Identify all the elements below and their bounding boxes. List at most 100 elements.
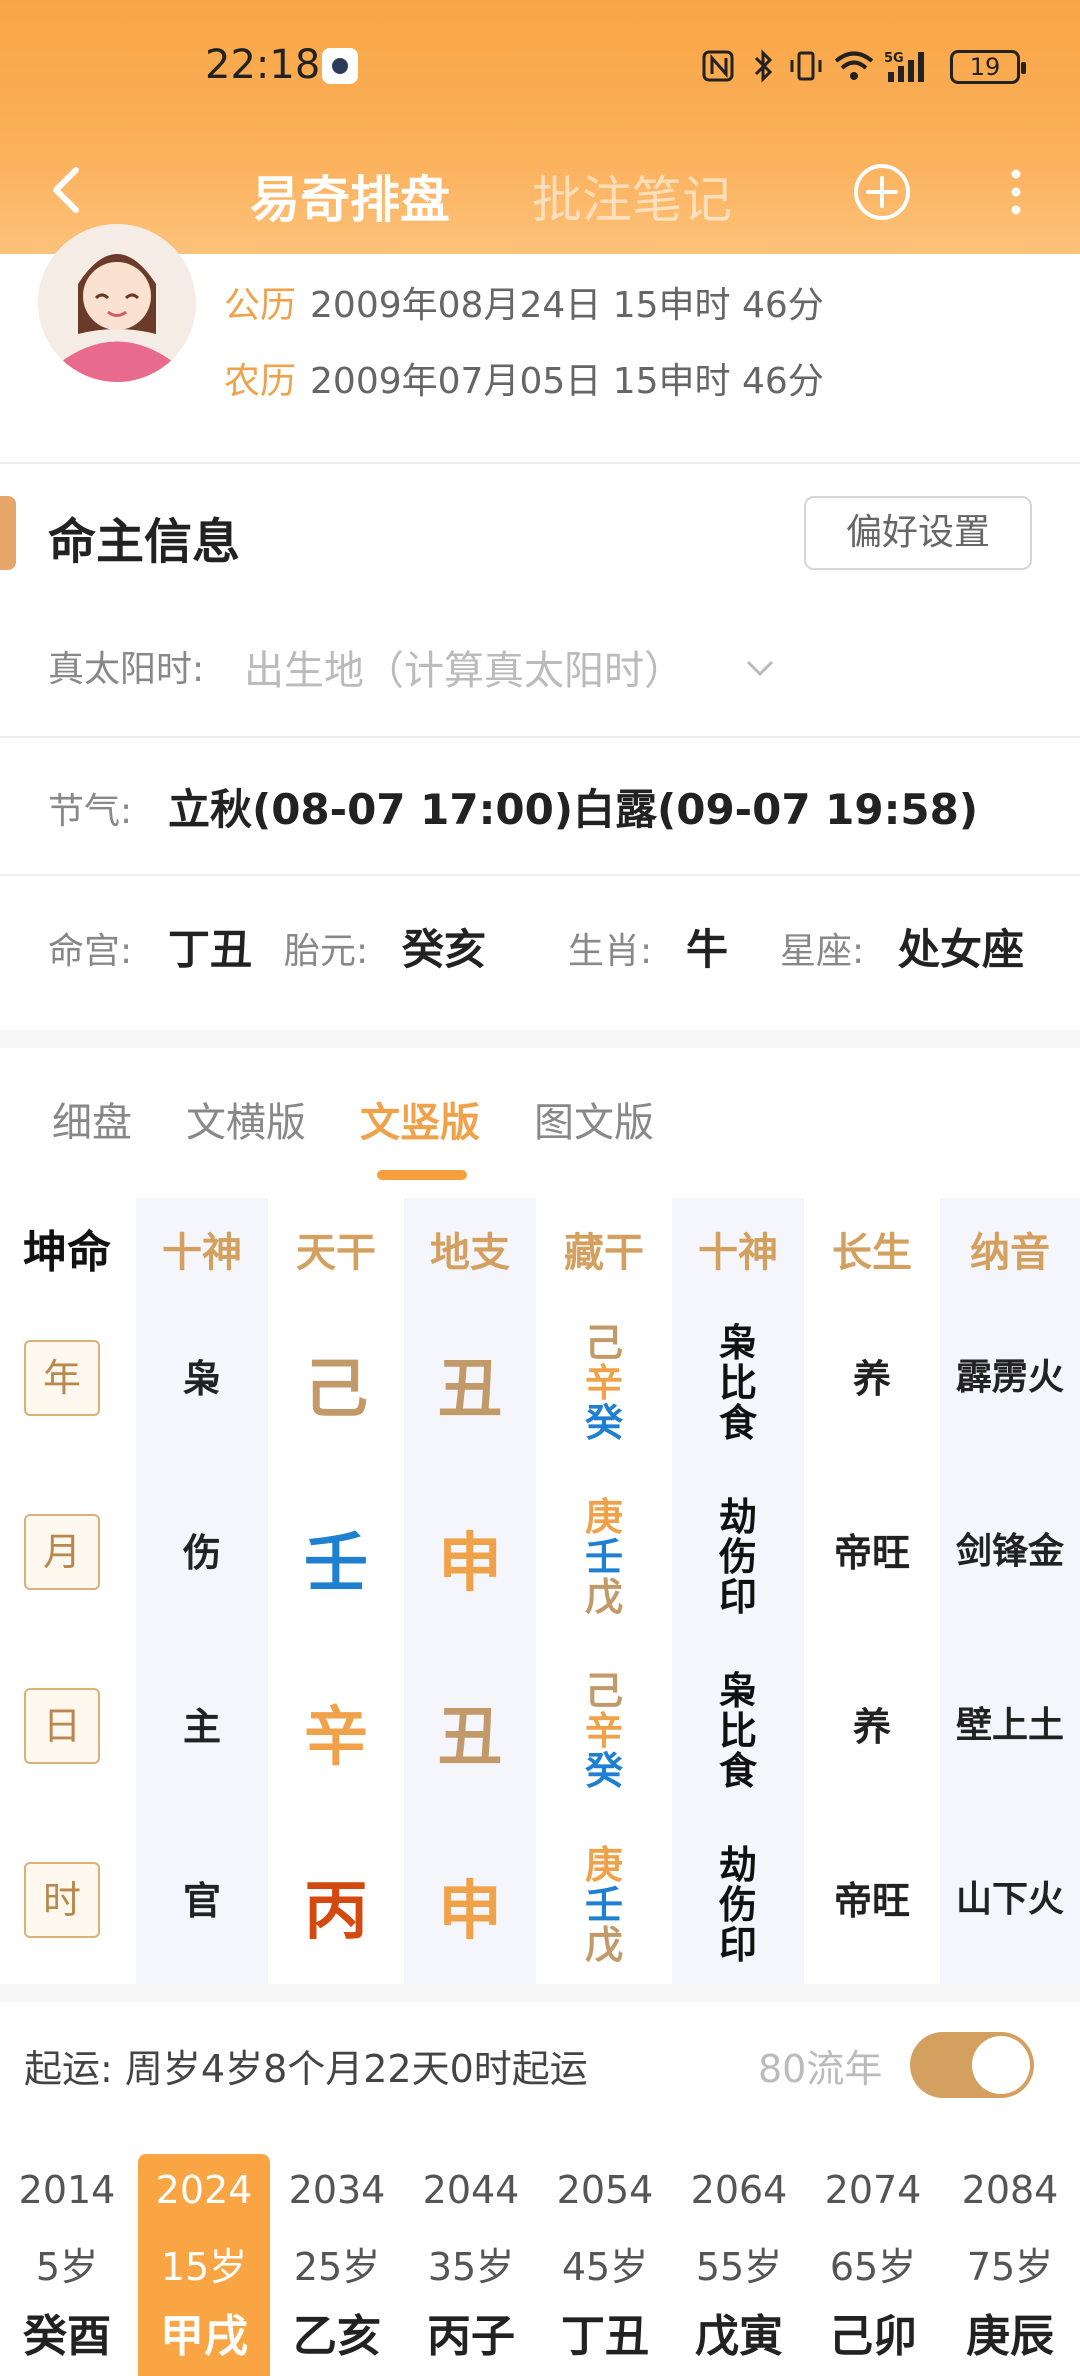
col-nayin: 纳音 霹雳火 剑锋金 壁上土 山下火 [940,1198,1080,2006]
year-shishen: 枭 [182,1357,221,1401]
hour-branch: 申 [438,1875,502,1949]
hidden-stem: 辛 [584,1361,623,1405]
chevron-down-icon[interactable] [742,650,778,686]
lunar-date-row: 农历 2009年07月05日 15申时 46分 [224,352,824,404]
lunar-date-label: 农历 [224,361,297,402]
taiyuan-label: 胎元: [284,931,369,972]
decade-column[interactable]: 2034 25岁 乙亥 [270,2154,404,2376]
hidden-shishen: 劫 [718,1843,757,1887]
decade-year: 2024 [155,2168,253,2212]
tab-yiqi-paipan[interactable]: 易奇排盘 [250,160,450,232]
pillar-hour-tag: 时 [24,1862,100,1938]
taiyuan-value: 癸亥 [402,925,487,974]
decade-column-selected[interactable]: 2024 15岁 甲戌 [138,2154,270,2376]
dayun-section: 起运: 周岁4岁8个月22天0时起运 80流年 2014 5岁 癸酉 2024 … [0,1984,1080,2376]
month-hidden-stems: 庚 壬 戊 [538,1492,670,1622]
add-circle-icon[interactable] [850,160,914,224]
hidden-shishen: 印 [718,1923,757,1967]
col-dizhi: 地支 丑 申 丑 申 [404,1198,536,2006]
birthplace-selector[interactable]: 出生地（计算真太阳时） [244,638,684,696]
decade-column[interactable]: 2014 5岁 癸酉 [0,2154,134,2376]
col-pillar: 坤命 年 月 日 时 [0,1198,134,2006]
vibrate-icon [790,51,822,81]
status-time: 22:18 [205,42,321,88]
hidden-stem: 戊 [584,1923,623,1967]
jieqi-value: 立秋(08-07 17:00)白露(09-07 19:58) [168,785,979,834]
hidden-shishen: 劫 [718,1495,757,1539]
day-changsheng: 养 [852,1705,891,1749]
decade-age: 75岁 [966,2245,1054,2289]
hidden-stem: 己 [584,1321,623,1365]
decade-ganzhi: 丁丑 [561,2311,649,2362]
decade-age: 55岁 [695,2245,783,2289]
decade-age: 65岁 [829,2245,917,2289]
preference-settings-button[interactable]: 偏好设置 [804,496,1032,570]
decade-year: 2014 [18,2168,116,2212]
decade-age: 45岁 [561,2245,649,2289]
day-stem: 辛 [304,1701,368,1775]
decade-column[interactable]: 2044 35岁 丙子 [404,2154,538,2376]
pillar-day-tag: 日 [24,1688,100,1764]
day-hidden-shishen: 枭 比 食 [672,1666,804,1796]
xingzuo-label: 星座: [780,931,865,972]
hidden-shishen: 食 [718,1749,757,1793]
bazi-chart-section: 细盘 文横版 文竖版 图文版 坤命 年 月 日 时 十神 枭 伤 主 官 天干 … [0,1030,1080,2006]
header-tiangan: 天干 [296,1230,376,1276]
decade-column[interactable]: 2064 55岁 戊寅 [672,2154,806,2376]
xingzuo-value: 处女座 [898,925,1025,974]
decade-year: 2044 [422,2168,520,2212]
day-branch: 丑 [438,1701,502,1775]
back-arrow-icon[interactable] [40,160,100,220]
bazi-grid: 坤命 年 月 日 时 十神 枭 伤 主 官 天干 己 壬 辛 丙 地支 丑 申 … [0,1198,1080,2006]
year-stem: 己 [304,1353,368,1427]
tab-tuwen[interactable]: 图文版 [534,1090,654,1148]
decade-column[interactable]: 2074 65岁 己卯 [806,2154,940,2376]
header-dizhi: 地支 [430,1230,510,1276]
tab-xipan[interactable]: 细盘 [52,1090,132,1148]
decade-ganzhi: 庚辰 [966,2311,1054,2362]
solar-time-label: 真太阳时: [48,649,205,690]
liunian-toggle[interactable] [910,2032,1034,2098]
header-hidden-shishen: 十神 [698,1230,778,1276]
decade-year: 2084 [961,2168,1059,2212]
solar-date-label: 公历 [224,285,297,326]
jieqi-label: 节气: [48,791,133,832]
solar-date-row: 公历 2009年08月24日 15申时 46分 [224,276,824,328]
divider [0,874,1080,876]
owner-info-card: 命主信息 偏好设置 真太阳时: 出生地（计算真太阳时） 节气: 立秋(08-07… [0,466,1080,1010]
col-canggan: 藏干 己 辛 癸 庚 壬 戊 己 辛 癸 庚 壬 戊 [538,1198,670,2006]
status-icons: 5G 19 [700,48,1080,88]
tab-wen-shu[interactable]: 文竖版 [360,1090,480,1148]
divider [0,736,1080,738]
decade-ganzhi: 癸酉 [23,2311,111,2362]
decade-column[interactable]: 2054 45岁 丁丑 [538,2154,672,2376]
hidden-stem: 壬 [584,1535,623,1579]
month-stem: 壬 [304,1527,368,1601]
wifi-icon [834,51,874,80]
hidden-shishen: 印 [718,1575,757,1619]
hidden-shishen: 枭 [718,1321,757,1365]
tab-wen-heng[interactable]: 文横版 [186,1090,306,1148]
more-vertical-icon[interactable] [1000,160,1032,224]
tab-annotation-notes[interactable]: 批注笔记 [532,160,732,232]
decade-age: 5岁 [35,2245,99,2289]
day-hidden-stems: 己 辛 癸 [538,1666,670,1796]
hidden-stem: 己 [584,1669,623,1713]
year-changsheng: 养 [852,1357,891,1401]
gender-heading: 坤命 [23,1227,111,1278]
profile-section: 公历 2009年08月24日 15申时 46分 农历 2009年07月05日 15申… [0,224,1080,464]
avatar[interactable] [38,224,196,382]
hidden-shishen: 伤 [718,1883,757,1927]
header-shishen: 十神 [162,1230,242,1276]
lunar-date-value: 2009年07月05日 15申时 46分 [310,361,824,402]
hour-nayin: 山下火 [955,1879,1064,1920]
decade-age: 25岁 [293,2245,381,2289]
minggong-value: 丁丑 [168,925,253,974]
decade-age: 15岁 [160,2245,248,2289]
decade-column[interactable]: 2084 75岁 庚辰 [940,2154,1080,2376]
decade-year: 2034 [288,2168,386,2212]
section-title: 命主信息 [48,514,241,570]
year-nayin: 霹雳火 [955,1357,1064,1398]
hidden-stem: 癸 [584,1401,623,1445]
hidden-shishen: 比 [718,1709,757,1753]
